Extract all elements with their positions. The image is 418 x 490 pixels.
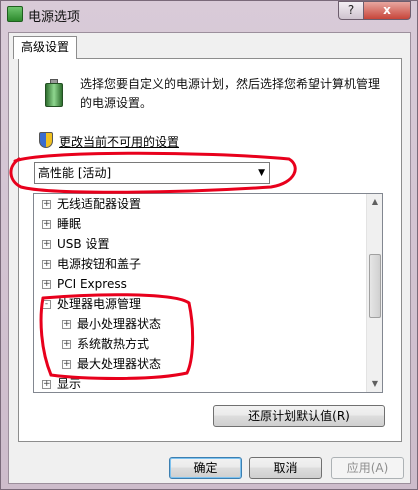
tree-item-cooling-policy[interactable]: + 系统散热方式 (62, 334, 149, 354)
tree-item-label: 最大处理器状态 (77, 357, 162, 371)
intro-line-1: 选择您要自定义的电源计划，然后选择您希望计算机管理 (80, 77, 381, 91)
tree-item-label: 处理器电源管理 (57, 297, 142, 311)
close-button[interactable]: x (363, 1, 411, 20)
settings-tree: + 无线适配器设置 + 睡眠 + USB 设置 + 电源按钮和盖子 + PCI Expre… (33, 193, 383, 393)
chevron-down-icon[interactable]: ▼ (258, 163, 265, 183)
expand-icon[interactable]: + (42, 260, 51, 269)
tree-item-min-processor-state[interactable]: + 最小处理器状态 (62, 314, 161, 334)
help-button[interactable]: ? (338, 1, 364, 20)
apply-button[interactable]: 应用(A) (331, 457, 404, 479)
scroll-down-icon[interactable]: ▼ (367, 376, 383, 392)
tree-item-display[interactable]: + 显示 (42, 374, 82, 392)
ok-button[interactable]: 确定 (169, 457, 242, 479)
expand-icon[interactable]: + (42, 220, 51, 229)
expand-icon[interactable]: + (62, 360, 71, 369)
tree-item-label: 电源按钮和盖子 (57, 257, 142, 271)
intro-text: 选择您要自定义的电源计划，然后选择您希望计算机管理 的电源设置。 (80, 75, 390, 113)
tree-item-label: USB 设置 (57, 237, 110, 251)
power-plan-select[interactable]: 高性能 [活动] ▼ (34, 162, 270, 184)
intro-line-2: 的电源设置。 (80, 96, 153, 110)
tree-item-max-processor-state[interactable]: + 最大处理器状态 (62, 354, 161, 374)
tree-item-label: 无线适配器设置 (57, 197, 142, 211)
restore-defaults-button[interactable]: 还原计划默认值(R) (213, 405, 385, 427)
window-title: 电源选项 (28, 10, 81, 25)
battery-body (45, 83, 63, 107)
expand-icon[interactable]: + (42, 200, 51, 209)
tree-item-label: 显示 (57, 377, 82, 391)
change-unavailable-settings-link[interactable]: 更改当前不可用的设置 (59, 133, 179, 150)
tree-item-wireless[interactable]: + 无线适配器设置 (42, 194, 141, 214)
tree-item-usb[interactable]: + USB 设置 (42, 234, 109, 254)
scroll-thumb[interactable] (369, 254, 381, 318)
expand-icon[interactable]: + (62, 340, 71, 349)
tab-advanced-settings[interactable]: 高级设置 (13, 36, 77, 59)
expand-icon[interactable]: + (42, 240, 51, 249)
tree-item-pci-express[interactable]: + PCI Express (42, 274, 127, 294)
tree-item-power-buttons[interactable]: + 电源按钮和盖子 (42, 254, 141, 274)
expand-icon[interactable]: + (42, 380, 51, 389)
tree-item-label: 睡眠 (57, 217, 82, 231)
tree-item-label: 最小处理器状态 (77, 317, 162, 331)
battery-icon (39, 78, 69, 108)
expand-icon[interactable]: + (42, 280, 51, 289)
power-plan-value: 高性能 [活动] (38, 166, 112, 180)
tree-item-label: PCI Express (57, 277, 127, 291)
power-options-window: 电源选项 ? x 高级设置 选择您要自定义的电源计划，然后选择您希望计算机管理 … (0, 0, 418, 490)
collapse-icon[interactable]: - (42, 300, 51, 309)
cancel-button[interactable]: 取消 (249, 457, 322, 479)
uac-shield-icon (39, 132, 53, 148)
power-options-icon (7, 6, 23, 22)
title-bar[interactable]: 电源选项 ? x (1, 1, 417, 27)
scroll-up-icon[interactable]: ▲ (367, 194, 383, 210)
tree-item-sleep[interactable]: + 睡眠 (42, 214, 81, 234)
tree-item-processor-power[interactable]: - 处理器电源管理 (42, 294, 141, 314)
expand-icon[interactable]: + (62, 320, 71, 329)
tree-item-label: 系统散热方式 (77, 337, 150, 351)
tree-scrollbar[interactable]: ▲ ▼ (366, 194, 382, 392)
